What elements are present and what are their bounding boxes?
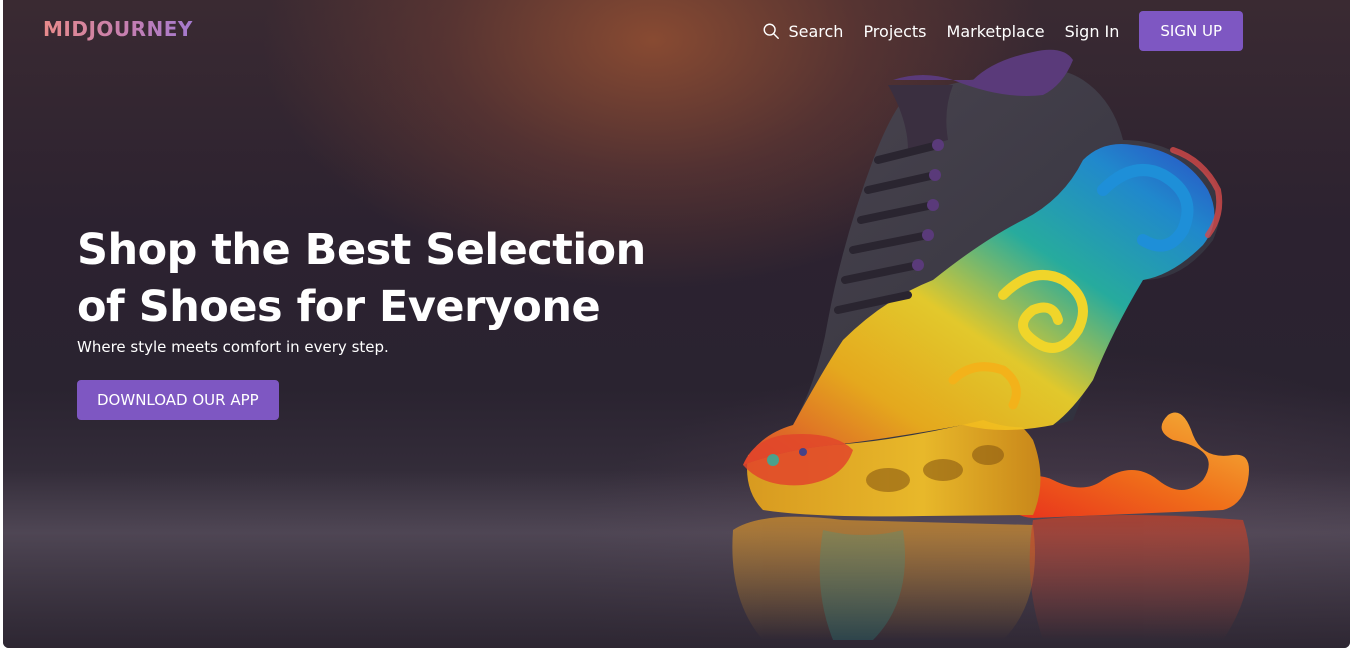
nav-search-label: Search — [788, 21, 844, 41]
nav-marketplace[interactable]: Marketplace — [947, 22, 1045, 41]
search-icon — [763, 23, 780, 39]
nav-projects[interactable]: Projects — [863, 22, 926, 41]
signup-button[interactable]: SIGN UP — [1139, 11, 1243, 51]
colorful-sneaker-image — [732, 49, 1250, 640]
download-app-button[interactable]: DOWNLOAD OUR APP — [77, 380, 279, 420]
nav-signin[interactable]: Sign In — [1065, 22, 1120, 41]
hero-subtitle: Where style meets comfort in every step. — [77, 338, 389, 356]
hero-section: MIDJOURNEY Search Projects Marketplace S… — [3, 0, 1350, 648]
hero-title: Shop the Best Selection of Shoes for Eve… — [77, 225, 646, 332]
brand-logo[interactable]: MIDJOURNEY — [43, 17, 193, 41]
nav-search[interactable]: Search — [762, 22, 843, 41]
main-nav: Search Projects Marketplace Sign In SIGN… — [762, 11, 1243, 51]
